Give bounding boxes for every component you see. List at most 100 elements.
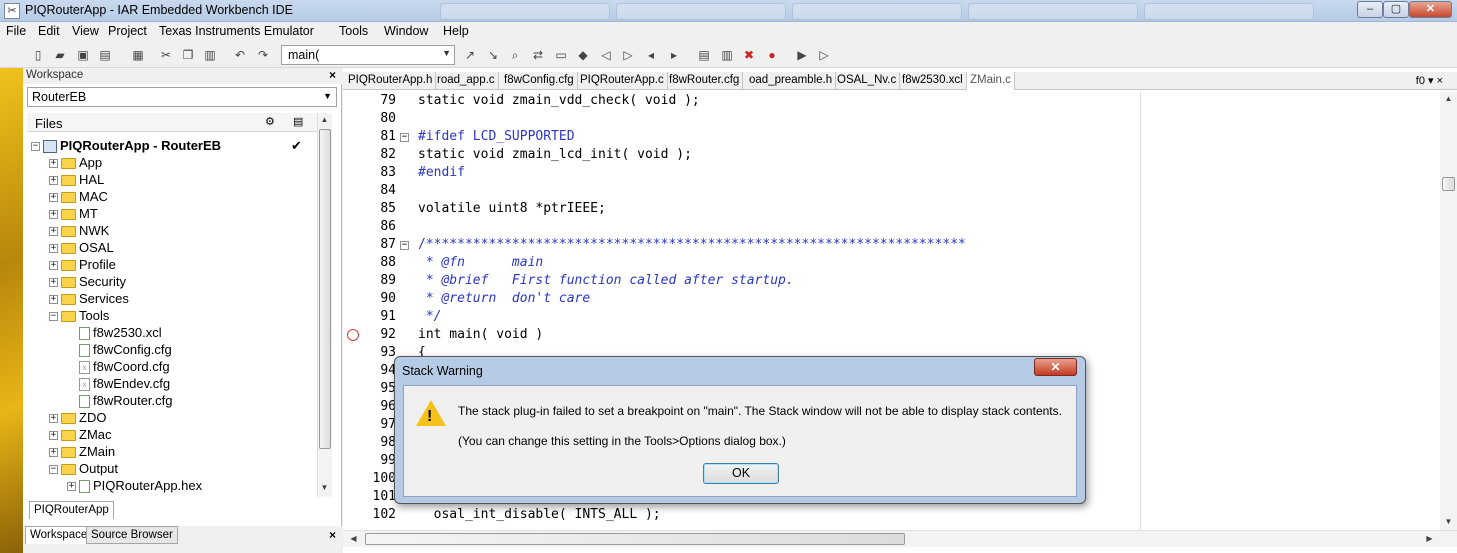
configuration-select[interactable]: RouterEB ▼ (27, 87, 337, 107)
tree-folder[interactable]: + Profile (49, 256, 116, 273)
copy-icon[interactable]: ❐ (180, 47, 196, 63)
tree-folder[interactable]: − Output (49, 460, 118, 477)
expand-icon[interactable]: + (49, 193, 58, 203)
scroll-right-icon[interactable]: ▶ (1423, 534, 1436, 543)
breakpoint-marker-icon[interactable] (347, 329, 359, 341)
hscroll-thumb[interactable] (365, 533, 905, 545)
tree-file[interactable]: x f8wEndev.cfg (67, 375, 170, 392)
minimize-button[interactable]: – (1357, 1, 1383, 18)
tree-file[interactable]: f8wConfig.cfg (67, 341, 172, 358)
tab-f8wconfig-cfg[interactable]: f8wConfig.cfg (501, 72, 578, 90)
chevron-down-icon[interactable]: ▼ (442, 48, 451, 58)
tree-file[interactable]: f8w2530.xcl (67, 324, 162, 341)
expand-icon[interactable]: + (49, 414, 58, 424)
tab-piqrouterapp-c[interactable]: PIQRouterApp.c (577, 72, 668, 90)
scroll-thumb[interactable] (319, 129, 331, 449)
bottom-close-icon[interactable]: × (329, 528, 336, 542)
menu-help[interactable]: Help (443, 24, 469, 38)
tree-file[interactable]: x f8wCoord.cfg (67, 358, 170, 375)
paste-icon[interactable]: ▥ (202, 47, 218, 63)
dialog-close-button[interactable]: ✕ (1034, 358, 1077, 376)
nav-forward-icon[interactable]: ▸ (666, 47, 682, 63)
tab-road-app-c[interactable]: road_app.c (434, 72, 499, 90)
chevron-down-icon[interactable]: ▼ (323, 91, 332, 101)
tab-project[interactable]: PIQRouterApp (29, 501, 114, 519)
tree-project-root[interactable]: − PIQRouterApp - RouterEB (31, 137, 221, 154)
fold-toggle-icon[interactable]: − (400, 133, 409, 142)
tree-folder[interactable]: + ZMac (49, 426, 112, 443)
tab-osal-nv-c[interactable]: OSAL_Nv.c (834, 72, 901, 90)
expand-icon[interactable]: + (49, 210, 58, 220)
options-column-icon[interactable]: ⚙ (265, 115, 275, 128)
code-line[interactable]: * @brief First function called after sta… (418, 273, 794, 288)
scroll-down-icon[interactable]: ▼ (318, 483, 331, 492)
editor-scrollbar[interactable]: ▲ ▼ (1440, 92, 1457, 532)
collapse-icon[interactable]: − (49, 312, 58, 322)
code-line[interactable]: static void zmain_lcd_init( void ); (418, 147, 692, 162)
expand-icon[interactable]: + (49, 261, 58, 271)
fold-toggle-icon[interactable]: − (400, 241, 409, 250)
expand-icon[interactable]: + (49, 295, 58, 305)
collapse-icon[interactable]: − (31, 142, 40, 152)
tab-source-browser[interactable]: Source Browser (86, 526, 178, 544)
tree-folder[interactable]: + ZDO (49, 409, 106, 426)
tree-folder[interactable]: + HAL (49, 171, 104, 188)
menu-ti-emulator[interactable]: Texas Instruments Emulator (159, 24, 314, 38)
make-icon[interactable]: ▥ (719, 47, 735, 63)
collapse-icon[interactable]: − (49, 465, 58, 475)
code-line[interactable]: /***************************************… (418, 237, 966, 252)
close-button[interactable]: ✕ (1409, 1, 1452, 18)
scroll-left-icon[interactable]: ◀ (347, 534, 360, 543)
open-folder-icon[interactable]: ▰ (52, 47, 68, 63)
save-icon[interactable]: ▣ (75, 47, 91, 63)
tree-folder[interactable]: + OSAL (49, 239, 114, 256)
code-line[interactable]: osal_int_disable( INTS_ALL ); (418, 507, 661, 522)
ok-button[interactable]: OK (703, 463, 779, 484)
redo-icon[interactable]: ↷ (255, 47, 271, 63)
tab-zmain-c[interactable]: ZMain.c (967, 72, 1015, 90)
workspace-scrollbar[interactable]: ▲ ▼ (317, 113, 332, 497)
debug-without-download-icon[interactable]: ▷ (816, 47, 832, 63)
scroll-up-icon[interactable]: ▲ (1442, 94, 1455, 103)
workspace-close-icon[interactable]: × (329, 68, 336, 82)
tree-folder[interactable]: + App (49, 154, 102, 171)
menu-tools[interactable]: Tools (339, 24, 368, 38)
tree-folder[interactable]: + MAC (49, 188, 108, 205)
files-options-icon[interactable]: ▤ (293, 115, 303, 128)
print-icon[interactable]: ▦ (130, 47, 146, 63)
maximize-button[interactable]: ▢ (1383, 1, 1409, 18)
tree-folder[interactable]: + NWK (49, 222, 109, 239)
expand-icon[interactable]: + (49, 278, 58, 288)
tab-f8w2530-xcl[interactable]: f8w2530.xcl (899, 72, 967, 90)
code-line[interactable]: * @fn main (418, 255, 543, 270)
expand-icon[interactable]: + (49, 159, 58, 169)
nav-back-icon[interactable]: ◂ (643, 47, 659, 63)
code-line[interactable]: */ (418, 309, 442, 324)
scroll-thumb[interactable] (1442, 177, 1455, 191)
cut-icon[interactable]: ✂ (158, 47, 174, 63)
stop-build-icon[interactable]: ✖ (741, 47, 757, 63)
tree-folder[interactable]: + Security (49, 273, 126, 290)
tree-folder[interactable]: − Tools (49, 307, 109, 324)
expand-icon[interactable]: + (49, 244, 58, 254)
expand-icon[interactable]: + (49, 227, 58, 237)
prev-bookmark-icon[interactable]: ◁ (598, 47, 614, 63)
find-next-icon[interactable]: ↗ (462, 47, 478, 63)
tree-folder[interactable]: + ZMain (49, 443, 115, 460)
goto-icon[interactable]: ▭ (553, 47, 569, 63)
expand-icon[interactable]: + (49, 448, 58, 458)
code-line[interactable]: volatile uint8 *ptrIEEE; (418, 201, 606, 216)
menu-edit[interactable]: Edit (38, 24, 60, 38)
toggle-breakpoint-icon[interactable]: ● (764, 47, 780, 63)
code-line[interactable]: static void zmain_vdd_check( void ); (418, 93, 700, 108)
compile-icon[interactable]: ▤ (696, 47, 712, 63)
code-line[interactable]: * @return don't care (418, 291, 590, 306)
menu-window[interactable]: Window (384, 24, 428, 38)
find-combo[interactable]: main( ▼ (281, 45, 455, 65)
code-line[interactable]: #endif (418, 165, 465, 180)
replace-icon[interactable]: ⇄ (530, 47, 546, 63)
editor-horizontal-scrollbar[interactable]: ◀ ▶ (343, 530, 1457, 547)
tab-f8wrouter-cfg[interactable]: f8wRouter.cfg (666, 72, 744, 90)
find-icon[interactable]: ⌕ (507, 47, 523, 63)
new-file-icon[interactable]: ▯ (30, 47, 46, 63)
